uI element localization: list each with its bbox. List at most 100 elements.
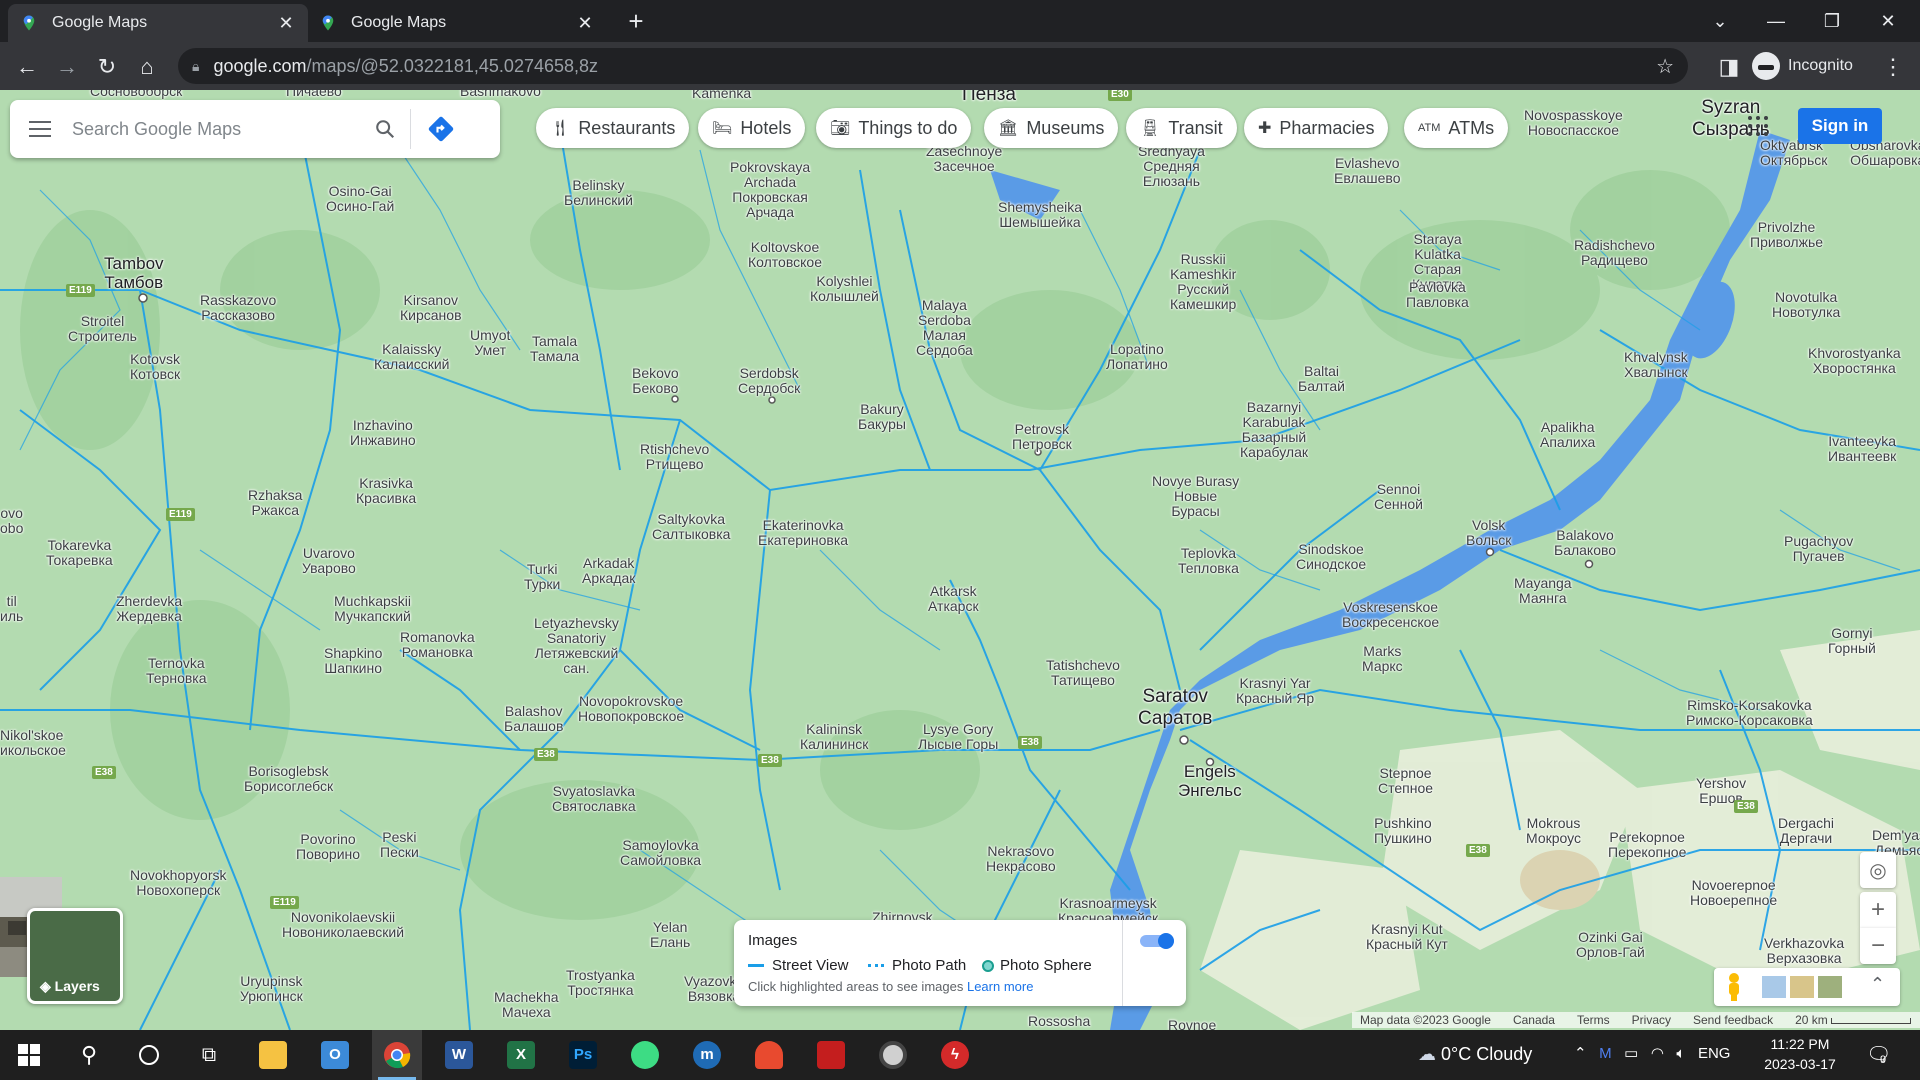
- restore-button[interactable]: ❐: [1808, 6, 1856, 36]
- map-label-letyazhevsky[interactable]: Letyazhevsky Sanatoriy Летяжевский сан.: [534, 616, 619, 676]
- map-label-belinsky[interactable]: Belinsky Белинский: [564, 178, 633, 208]
- map-label-tokarevka[interactable]: Tokarevka Токаревка: [46, 538, 113, 568]
- map-label-penza[interactable]: Пенза: [962, 90, 1016, 106]
- map-label-arkadak[interactable]: Arkadak Аркадак: [582, 556, 635, 586]
- map-label-pugachev[interactable]: Pugachyov Пугачев: [1784, 534, 1853, 564]
- footer-link-privacy[interactable]: Privacy: [1632, 1012, 1671, 1028]
- lock-icon[interactable]: 🔒︎: [192, 58, 199, 75]
- map-label-srednyaya[interactable]: Srednyaya Средняя Елюзань: [1138, 144, 1205, 189]
- map-label-teplovka[interactable]: Teplovka Тепловка: [1178, 546, 1239, 576]
- address-bar[interactable]: 🔒︎ google.com/maps/@52.0322181,45.027465…: [178, 48, 1688, 84]
- map-label-umyot[interactable]: Umyot Умет: [470, 328, 510, 358]
- map-label-yelan[interactable]: Yelan Елань: [650, 920, 690, 950]
- incognito-profile[interactable]: Incognito: [1752, 50, 1853, 82]
- camera-app-icon[interactable]: [868, 1030, 918, 1080]
- map-label-rossosha[interactable]: Rossosha: [1028, 1014, 1090, 1029]
- map-label-uryupinsk[interactable]: Uryupinsk Урюпинск: [240, 974, 303, 1004]
- map-label-inzhavino[interactable]: Inzhavino Инжавино: [350, 418, 416, 448]
- map-label-novopokrovskoe[interactable]: Novopokrovskoe Новопокровское: [578, 694, 684, 724]
- chip-atms[interactable]: ATM ATMs: [1404, 108, 1509, 148]
- map-label-lopatino[interactable]: Lopatino Лопатино: [1106, 342, 1168, 372]
- map-canvas[interactable]: Пенза Kamenka Пичаево Bashmakovo Сосново…: [0, 90, 1920, 1030]
- map-label-perekopnoe[interactable]: Perekopnoe Перекопное: [1608, 830, 1686, 860]
- photoshop-icon[interactable]: Ps: [558, 1030, 608, 1080]
- chip-things-to-do[interactable]: 📷︎ Things to do: [816, 108, 972, 148]
- map-label-kamenka[interactable]: Kamenka: [692, 90, 751, 101]
- map-label-novospasskoye[interactable]: Novospasskoye Новоспасское: [1524, 108, 1623, 138]
- directions-button[interactable]: [410, 109, 470, 149]
- pegman-icon[interactable]: [1722, 972, 1746, 1002]
- map-label-zherdevka[interactable]: Zherdevka Жердевка: [116, 594, 182, 624]
- map-label-apalikha[interactable]: Apalikha Апалиха: [1540, 420, 1595, 450]
- map-label-balakovo[interactable]: Balakovo Балаково: [1554, 528, 1616, 558]
- map-label-rovnoe[interactable]: Rovnoe: [1168, 1018, 1216, 1031]
- map-label-malaya-serdoba[interactable]: Malaya Serdoba Малая Сердоба: [916, 298, 973, 358]
- map-label-bakury[interactable]: Bakury Бакуры: [858, 402, 906, 432]
- google-apps-icon[interactable]: [1746, 114, 1770, 138]
- search-button[interactable]: [360, 100, 410, 158]
- map-label-nekrasovo[interactable]: Nekrasovo Некрасово: [986, 844, 1056, 874]
- back-button[interactable]: ←: [10, 50, 44, 84]
- new-tab-button[interactable]: +: [622, 8, 650, 36]
- map-label-novokhopyorsk[interactable]: Novokhopyorsk Новохоперск: [130, 868, 227, 898]
- map-label-lysye-gory[interactable]: Lysye Gory Лысые Горы: [918, 722, 998, 752]
- map-label-radishchevo[interactable]: Radishchevo Радищево: [1574, 238, 1655, 268]
- map-label-ekaterinovka[interactable]: Ekaterinovka Екатериновка: [758, 518, 848, 548]
- map-label-pavlovka[interactable]: Pavlovka Павловка: [1406, 280, 1469, 310]
- layers-button[interactable]: ◈ Layers: [27, 908, 123, 1004]
- map-label-til[interactable]: til иль: [0, 594, 23, 624]
- map-label-petrovsk[interactable]: Petrovsk Петровск: [1012, 422, 1072, 452]
- side-panel-icon[interactable]: ◨: [1712, 50, 1746, 84]
- learn-more-link[interactable]: Learn more: [967, 979, 1033, 994]
- map-label-voskresenskoe[interactable]: Voskresenskoe Воскресенское: [1342, 600, 1439, 630]
- clock[interactable]: 11:22 PM 2023-03-17: [1756, 1034, 1844, 1074]
- map-label-mokrous[interactable]: Mokrous Мокроус: [1526, 816, 1581, 846]
- map-label-koltovskoe[interactable]: Koltovskoe Колтовское: [748, 240, 822, 270]
- minimize-button[interactable]: —: [1752, 6, 1800, 36]
- map-label-novotulka[interactable]: Novotulka Новотулка: [1772, 290, 1840, 320]
- map-label-muchkapsky[interactable]: Muchkapskii Мучкапский: [334, 594, 411, 624]
- map-label-uvarovo[interactable]: Uvarovo Уварово: [302, 546, 356, 576]
- map-label-ovo[interactable]: ovo obo: [0, 506, 23, 536]
- cortana-icon[interactable]: [124, 1030, 174, 1080]
- map-label-pushkino[interactable]: Pushkino Пушкино: [1374, 816, 1432, 846]
- map-label-shemysheika[interactable]: Shemysheika Шемышейка: [998, 200, 1082, 230]
- footer-link-canada[interactable]: Canada: [1513, 1012, 1555, 1028]
- map-label-kolyshlei[interactable]: Kolyshlei Колышлей: [810, 274, 879, 304]
- map-label-saratov[interactable]: Saratov Саратов: [1138, 686, 1212, 730]
- map-label-shapkino[interactable]: Shapkino Шапкино: [324, 646, 382, 676]
- imagery-thumb-icon[interactable]: [1762, 976, 1786, 998]
- footer-link-send-feedback[interactable]: Send feedback: [1693, 1012, 1773, 1028]
- map-label-volsk[interactable]: Volsk Вольск: [1466, 518, 1511, 548]
- map-label-osino-gai[interactable]: Osino-Gai Осино-Гай: [326, 184, 394, 214]
- map-label-novoerepnoe[interactable]: Novoerepnoe Новоерепное: [1690, 878, 1777, 908]
- map-label-tambov[interactable]: Tambov Тамбов: [104, 254, 164, 292]
- tab-close-icon[interactable]: ✕: [276, 13, 296, 34]
- scale-bar[interactable]: 20 km: [1795, 1012, 1912, 1028]
- language-indicator[interactable]: ENG: [1698, 1045, 1731, 1062]
- mu-editor-icon[interactable]: m: [682, 1030, 732, 1080]
- chevron-up-icon[interactable]: ⌃: [1574, 1045, 1587, 1062]
- map-label-mayanga[interactable]: Mayanga Маянга: [1514, 576, 1572, 606]
- map-label-rimsko-korsakovka[interactable]: Rimsko-Korsakovka Римско-Корсаковка: [1686, 698, 1813, 728]
- map-label-kirsanov[interactable]: Kirsanov Кирсанов: [400, 293, 462, 323]
- wifi-icon[interactable]: ◠: [1651, 1045, 1664, 1062]
- map-label-verkhazovka[interactable]: Verkhazovka Верхазовка: [1764, 936, 1844, 966]
- map-label-russkii-kameshkir[interactable]: Russkii Kameshkir Русский Камешкир: [1170, 252, 1236, 312]
- map-label-engels[interactable]: Engels Энгельс: [1178, 762, 1242, 800]
- task-view-icon[interactable]: ⧉: [184, 1030, 234, 1080]
- map-label-bashmakovo[interactable]: Bashmakovo: [460, 90, 541, 99]
- map-label-rasskazovo[interactable]: Rasskazovo Рассказово: [200, 293, 276, 323]
- chip-pharmacies[interactable]: ✚ Pharmacies: [1244, 108, 1389, 148]
- map-label-bazarny-karabulak[interactable]: Bazarnyi Karabulak Базарный Карабулак: [1240, 400, 1308, 460]
- map-label-marks[interactable]: Marks Маркс: [1362, 644, 1403, 674]
- zoom-in-button[interactable]: +: [1860, 892, 1896, 928]
- media-app-icon[interactable]: [806, 1030, 856, 1080]
- chip-restaurants[interactable]: 🍴︎ Restaurants: [536, 108, 690, 148]
- battery-icon[interactable]: ▭: [1624, 1045, 1638, 1062]
- map-label-kotovsk[interactable]: Kotovsk Котовск: [130, 352, 180, 382]
- menu-button[interactable]: [10, 100, 70, 158]
- tab-close-icon[interactable]: ✕: [575, 13, 595, 34]
- map-label-samoylovka[interactable]: Samoylovka Самойловка: [620, 838, 701, 868]
- map-label-ivanteevka[interactable]: Ivanteeyka Ивантеевк: [1828, 434, 1896, 464]
